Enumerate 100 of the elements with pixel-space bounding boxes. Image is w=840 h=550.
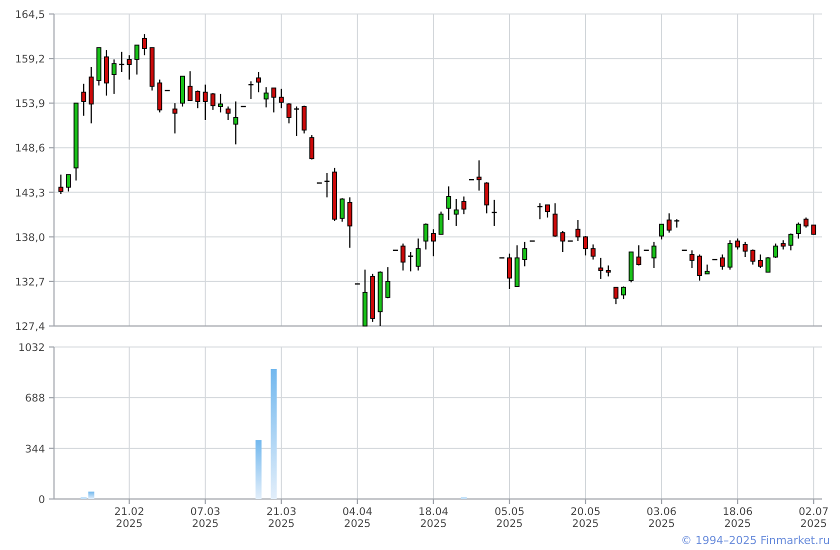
axis-label: 20.05 2025	[570, 506, 601, 530]
candle	[811, 224, 816, 235]
candle	[347, 197, 352, 248]
candle	[172, 103, 178, 134]
candle	[621, 286, 626, 300]
candle	[514, 245, 520, 287]
candle	[666, 213, 672, 233]
candle	[309, 135, 314, 160]
axis-label: 0	[38, 494, 45, 506]
candle	[264, 87, 269, 108]
axis-label: 03.06 2025	[646, 506, 677, 530]
candle	[423, 223, 428, 250]
candle	[302, 106, 307, 134]
candle	[492, 200, 497, 226]
candle	[773, 244, 778, 258]
axis-label: 159,2	[14, 54, 45, 66]
candle	[150, 47, 155, 91]
candle	[750, 249, 756, 265]
axis-label: 04.04 2025	[342, 506, 372, 530]
candle	[278, 88, 284, 108]
candle	[788, 234, 794, 250]
candle	[652, 242, 656, 268]
axis-label: 18.06 2025	[722, 506, 753, 530]
candle	[659, 224, 664, 240]
axis-label: 127,4	[14, 321, 45, 333]
candle	[438, 212, 444, 235]
candle	[780, 240, 786, 250]
candle	[674, 219, 680, 228]
candle	[461, 196, 466, 214]
candle	[507, 254, 512, 289]
candle	[362, 270, 368, 326]
candle	[476, 160, 482, 191]
candle	[636, 245, 642, 266]
axis-label: 05.05 2025	[494, 506, 524, 530]
candle	[545, 204, 550, 218]
candle	[704, 264, 710, 274]
candle	[195, 90, 200, 108]
candle	[378, 271, 383, 326]
candle	[628, 252, 634, 282]
candle	[766, 257, 770, 273]
candle	[446, 186, 452, 220]
candle	[157, 80, 162, 112]
candle	[294, 106, 300, 136]
candle	[112, 59, 117, 94]
candle	[324, 172, 330, 198]
candle	[271, 88, 276, 112]
axis-label: 688	[24, 392, 45, 405]
axis-label: 138,0	[14, 232, 45, 244]
axis-label: 07.03 2025	[190, 506, 220, 530]
candle	[66, 174, 71, 192]
axis-label: 21.02 2025	[114, 506, 144, 530]
candle	[796, 222, 801, 239]
candle	[575, 220, 580, 242]
candle	[286, 103, 292, 124]
candle	[188, 71, 193, 102]
axis-label: 18.04 2025	[418, 506, 448, 530]
candle	[735, 238, 740, 250]
candle	[590, 244, 596, 260]
candle	[408, 252, 414, 272]
candle	[416, 238, 421, 270]
axis-label: 148,6	[14, 142, 45, 155]
candle	[560, 230, 566, 252]
candle	[210, 93, 216, 110]
candle	[104, 50, 109, 96]
axis-label: 02.07 2025	[798, 506, 829, 530]
candle	[804, 218, 808, 228]
candle	[742, 242, 748, 258]
candle	[233, 101, 238, 144]
candle	[134, 44, 140, 75]
axis-label: 164,5	[14, 9, 45, 21]
copyright-link[interactable]: © 1994–2025 Finmarket.ru	[680, 534, 830, 546]
candle	[340, 198, 345, 222]
candle	[81, 84, 86, 116]
candle	[598, 258, 604, 279]
axis-label: 153,9	[14, 98, 45, 110]
candle	[332, 168, 338, 221]
candle	[537, 203, 542, 220]
candle	[96, 47, 102, 86]
candle	[142, 34, 147, 56]
candle	[720, 254, 725, 270]
candle	[119, 52, 124, 72]
candle	[552, 203, 558, 237]
axis-label: 344	[24, 443, 45, 456]
volume-bar	[256, 440, 262, 499]
axis-label: 21.03 2025	[266, 506, 296, 530]
axis-label: 1032	[18, 342, 45, 354]
candle	[697, 254, 702, 281]
candle	[202, 84, 208, 120]
candle	[583, 236, 588, 256]
candle	[613, 286, 618, 304]
candle	[248, 81, 254, 99]
axis-label: 143,3	[14, 187, 45, 200]
candle	[484, 182, 490, 214]
axis-label: 132,7	[14, 276, 45, 288]
candle	[606, 265, 611, 276]
candle	[226, 106, 231, 120]
candle	[370, 274, 376, 322]
candle	[690, 250, 694, 268]
candle	[728, 240, 732, 270]
candle	[431, 229, 436, 256]
